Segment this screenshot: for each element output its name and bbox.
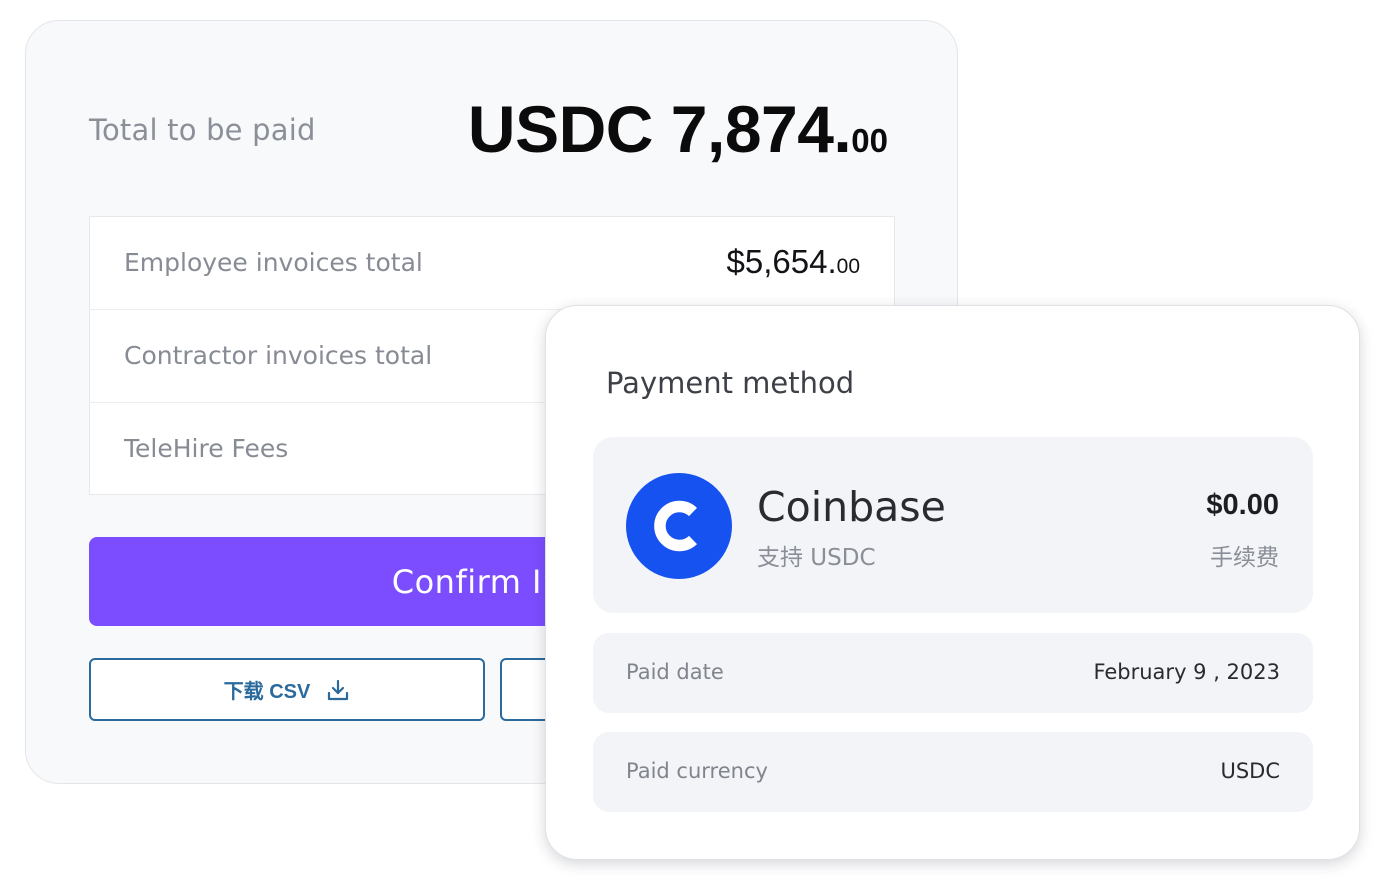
- total-amount: USDC 7,874.00: [468, 91, 888, 167]
- breakdown-row-value: $5,654.00: [727, 243, 860, 281]
- paid-date-row: Paid date February 9 , 2023: [593, 633, 1313, 713]
- paid-currency-value: USDC: [1220, 759, 1280, 783]
- breakdown-row-label: Contractor invoices total: [124, 341, 433, 370]
- breakdown-value-main: $5,654.: [726, 243, 837, 280]
- breakdown-row-label: TeleHire Fees: [124, 434, 289, 463]
- breakdown-row-label: Employee invoices total: [124, 248, 423, 277]
- total-amount-main: USDC 7,874.: [467, 92, 852, 166]
- provider-subtitle: 支持 USDC: [757, 545, 876, 571]
- download-csv-label: 下载 CSV: [223, 681, 311, 703]
- total-amount-cents: 00: [851, 122, 888, 159]
- total-label: Total to be paid: [89, 113, 316, 147]
- paid-currency-label: Paid currency: [626, 759, 768, 783]
- provider-fee-label: 手续费: [1210, 545, 1279, 571]
- download-icon: [326, 678, 350, 702]
- provider-name: Coinbase: [757, 483, 946, 531]
- payment-method-title: Payment method: [606, 366, 855, 400]
- breakdown-value-cents: 00: [836, 255, 860, 278]
- payment-provider-option[interactable]: Coinbase 支持 USDC $0.00 手续费: [593, 437, 1313, 613]
- paid-date-label: Paid date: [626, 660, 724, 684]
- coinbase-logo-icon: [626, 473, 732, 579]
- breakdown-row-employee: Employee invoices total $5,654.00: [90, 217, 894, 310]
- provider-fee: $0.00: [1206, 489, 1279, 521]
- download-csv-button[interactable]: 下载 CSV: [89, 658, 485, 721]
- payment-method-card: Payment method Coinbase 支持 USDC $0.00 手续…: [545, 305, 1360, 860]
- paid-currency-row: Paid currency USDC: [593, 732, 1313, 812]
- paid-date-value: February 9 , 2023: [1093, 660, 1280, 684]
